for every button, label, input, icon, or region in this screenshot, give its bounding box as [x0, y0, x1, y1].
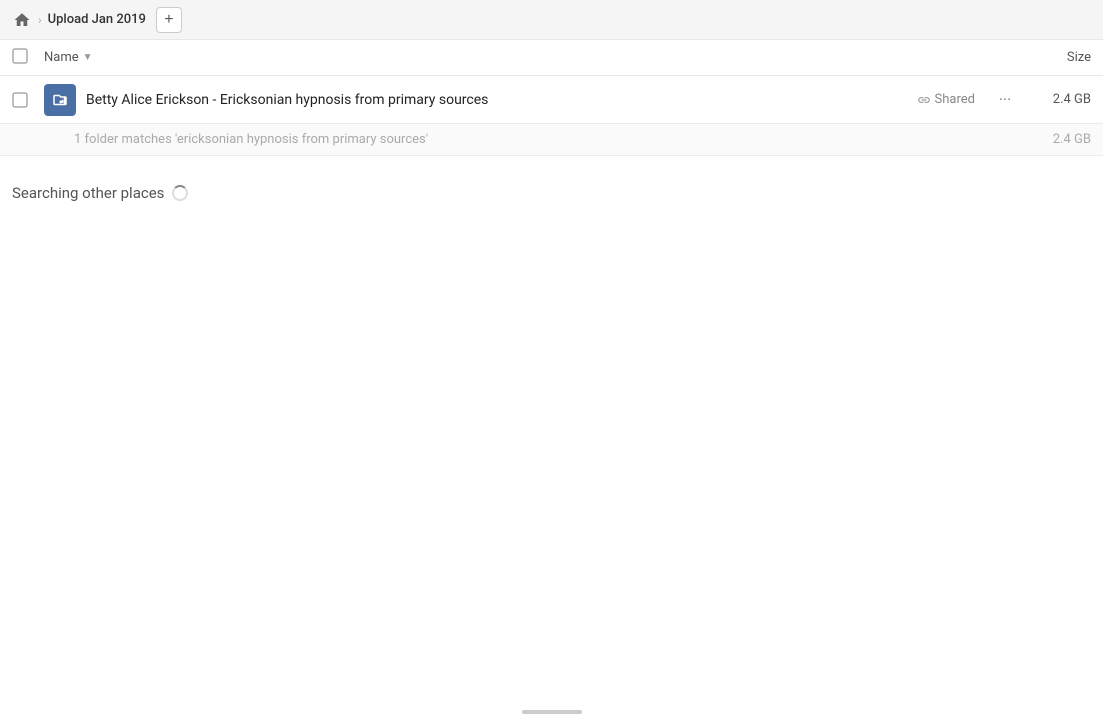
more-options-icon: ··· — [999, 90, 1012, 109]
file-list-item[interactable]: Betty Alice Erickson - Ericksonian hypno… — [0, 76, 1103, 124]
file-icon-wrap — [44, 84, 76, 116]
match-size: 2.4 GB — [1053, 132, 1091, 147]
column-header-row: Name ▼ Size — [0, 40, 1103, 76]
breadcrumb-title: Upload Jan 2019 — [48, 12, 146, 27]
link-icon — [917, 93, 931, 107]
sort-icon: ▼ — [83, 52, 93, 63]
file-name: Betty Alice Erickson - Ericksonian hypno… — [86, 92, 917, 108]
size-column-header: Size — [1011, 50, 1091, 65]
scrollbar-indicator — [522, 710, 582, 714]
home-button[interactable] — [8, 6, 36, 34]
checkbox-icon — [12, 92, 28, 108]
shared-label: Shared — [935, 92, 975, 107]
searching-other-places-section: Searching other places — [0, 156, 1103, 214]
more-options-button[interactable]: ··· — [991, 86, 1019, 114]
add-button[interactable]: + — [156, 7, 182, 33]
match-text: 1 folder matches 'ericksonian hypnosis f… — [74, 132, 428, 147]
checkbox-icon — [12, 48, 28, 64]
folder-link-icon — [51, 91, 69, 109]
searching-label: Searching other places — [12, 184, 164, 202]
select-all-checkbox[interactable] — [12, 48, 36, 68]
breadcrumb-chevron: › — [38, 13, 42, 27]
file-shared-badge: Shared — [917, 92, 975, 107]
breadcrumb-bar: › Upload Jan 2019 + — [0, 0, 1103, 40]
file-checkbox[interactable] — [12, 92, 36, 108]
file-size: 2.4 GB — [1031, 92, 1091, 107]
home-icon — [13, 11, 31, 29]
name-column-label: Name — [44, 50, 79, 65]
name-column-header[interactable]: Name ▼ — [44, 50, 1011, 65]
loading-spinner — [172, 185, 188, 201]
size-column-label: Size — [1067, 50, 1091, 65]
match-info-row: 1 folder matches 'ericksonian hypnosis f… — [0, 124, 1103, 156]
